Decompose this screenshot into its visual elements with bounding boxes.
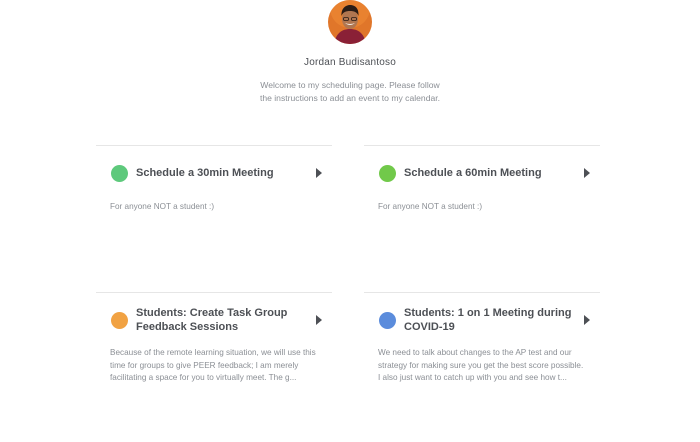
event-description: For anyone NOT a student :) [110, 202, 215, 211]
event-title[interactable]: Schedule a 30min Meeting [136, 166, 306, 180]
event-description: For anyone NOT a student :) [378, 202, 483, 211]
profile-photo [328, 0, 372, 44]
event-card-30min[interactable]: Schedule a 30min Meeting For anyone NOT … [96, 145, 332, 290]
event-color-dot [379, 165, 396, 182]
caret-right-icon[interactable] [584, 315, 590, 325]
event-card-1on1-covid[interactable]: Students: 1 on 1 Meeting during COVID-19… [364, 292, 600, 437]
welcome-message: Welcome to my scheduling page. Please fo… [259, 80, 441, 103]
owner-name: Jordan Budisantoso [304, 57, 396, 68]
event-card-task-group-feedback[interactable]: Students: Create Task Group Feedback Ses… [96, 292, 332, 437]
event-color-dot [111, 165, 128, 182]
event-description: We need to talk about changes to the AP … [378, 348, 584, 382]
event-title[interactable]: Students: 1 on 1 Meeting during COVID-19 [404, 306, 574, 334]
caret-right-icon[interactable] [316, 315, 322, 325]
caret-right-icon[interactable] [584, 168, 590, 178]
event-description: Because of the remote learning situation… [110, 348, 316, 382]
event-card-60min[interactable]: Schedule a 60min Meeting For anyone NOT … [364, 145, 600, 290]
event-color-dot [379, 312, 396, 329]
avatar [328, 0, 372, 44]
event-title[interactable]: Students: Create Task Group Feedback Ses… [136, 306, 306, 334]
caret-right-icon[interactable] [316, 168, 322, 178]
event-color-dot [111, 312, 128, 329]
event-title[interactable]: Schedule a 60min Meeting [404, 166, 574, 180]
